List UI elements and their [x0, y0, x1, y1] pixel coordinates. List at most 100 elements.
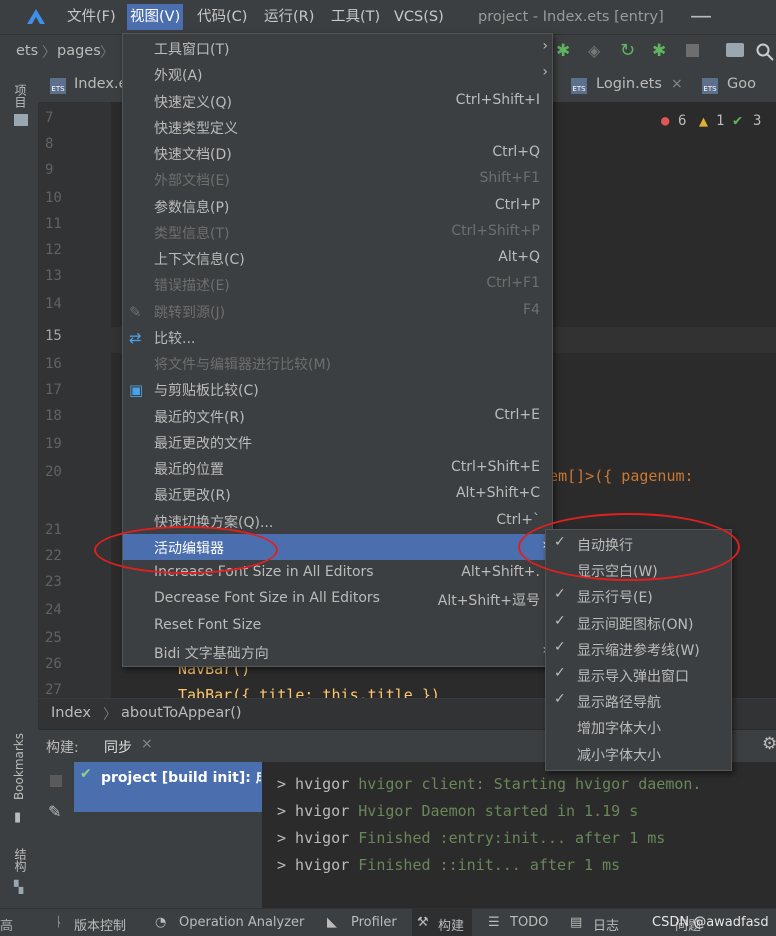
apply-changes-icon[interactable]: ✱ [652, 41, 666, 61]
project-structure-icon[interactable] [726, 43, 744, 57]
view-menu-item[interactable]: Decrease Font Size in All Editors Alt+Shi… [123, 586, 552, 612]
tree-item-label: project [build init]: 成 [101, 770, 261, 786]
menu-item-label: 跳转到源(J) [154, 304, 226, 321]
view-menu-item[interactable]: 最近更改的文件 [123, 429, 552, 455]
status-build: 构建 [438, 919, 465, 934]
check-icon: ✔ [733, 111, 743, 129]
menu-vcs[interactable]: VCS(S) [394, 6, 444, 28]
menu-file[interactable]: 文件(F) [67, 6, 116, 28]
menu-item-label: 将文件与编辑器进行比较(M) [154, 357, 332, 373]
menu-item-label: 与剪贴板比较(C) [154, 383, 259, 400]
bookmarks-tool-button[interactable]: Bookmarks [12, 733, 26, 800]
menu-item-label: Decrease Font Size in All Editors [154, 590, 380, 607]
view-menu-item[interactable]: 外观(A) › [123, 61, 552, 87]
nav-crumb-pages[interactable]: pages [57, 43, 101, 59]
console-prefix: > hvigor [277, 829, 359, 847]
ok-count: 3 [753, 113, 762, 129]
breadcrumb-index[interactable]: Index [51, 705, 91, 721]
menu-item-label: Reset Font Size [154, 616, 262, 633]
stop-icon[interactable] [686, 44, 699, 57]
structure-tool-button[interactable]: 结构 [12, 848, 29, 872]
view-menu-item[interactable]: 快速文档(D) Ctrl+Q [123, 140, 552, 166]
active-editor-menu-item[interactable]: ✓ 显示间距图标(ON) [546, 610, 731, 636]
status-todo[interactable]: TODO [510, 915, 548, 930]
line-number: 17 [45, 382, 62, 398]
menu-item-shortcut: Alt+Shift+逗号 [437, 593, 540, 610]
menu-item-label: 显示缩进参考线(W) [577, 642, 700, 659]
tab-sync[interactable]: 同步 [104, 737, 132, 757]
menu-run[interactable]: 运行(R) [264, 6, 314, 28]
ets-file-icon: ETS [702, 78, 718, 94]
minimize-icon[interactable]: — [690, 4, 712, 29]
menu-code[interactable]: 代码(C) [197, 6, 247, 28]
menu-item-shortcut: Shift+F1 [479, 170, 540, 187]
line-number: 21 [45, 522, 62, 538]
menu-item-label: Bidi 文字基础方向 [154, 645, 269, 662]
status-log[interactable]: 日志 [593, 915, 619, 934]
active-editor-menu-item[interactable]: ✓ 显示缩进参考线(W) [546, 636, 731, 662]
tab-login[interactable]: Login.ets [596, 76, 662, 92]
view-menu-item[interactable]: 快速类型定义 [123, 114, 552, 140]
rerun-icon[interactable]: ↻ [620, 40, 635, 61]
line-number: 18 [45, 408, 62, 424]
checkmark-icon: ✓ [554, 665, 566, 681]
console-prefix: > hvigor [277, 775, 359, 793]
view-menu-item[interactable]: 上下文信息(C) Alt+Q [123, 245, 552, 271]
active-editor-menu-item[interactable]: 减小字体大小 [546, 741, 731, 767]
search-icon[interactable] [756, 43, 774, 61]
view-menu-item[interactable]: ⇄ 比较... [123, 324, 552, 350]
build-console[interactable]: > hvigor hvigor client: Starting hvigor … [263, 762, 776, 908]
view-menu-item[interactable]: ▣ 与剪贴板比较(C) [123, 376, 552, 402]
menu-item-label: 增加字体大小 [577, 721, 661, 738]
console-line: > hvigor Finished :entry:init... after 1… [277, 829, 665, 847]
view-menu-item[interactable]: 工具窗口(T) › [123, 35, 552, 61]
view-menu-item[interactable]: Reset Font Size [123, 613, 552, 639]
active-editor-menu-item[interactable]: ✓ 显示路径导航 [546, 688, 731, 714]
active-editor-menu-item[interactable]: ✓ 显示行号(E) [546, 583, 731, 609]
line-number: 11 [45, 216, 62, 232]
menu-item-label: 最近的位置 [154, 462, 224, 478]
status-build-active[interactable]: ⚒ 构建 [412, 909, 472, 936]
view-menu-item[interactable]: 参数信息(P) Ctrl+P [123, 193, 552, 219]
console-line: > hvigor Hvigor Daemon started in 1.19 s [277, 802, 638, 820]
active-editor-menu-item[interactable]: 增加字体大小 [546, 714, 731, 740]
nav-crumb-ets[interactable]: ets [16, 43, 38, 59]
attach-debugger-icon[interactable]: ◈ [588, 41, 600, 60]
project-tool-button[interactable]: 项目 [12, 84, 29, 108]
tree-item-selected[interactable]: ✔ project [build init]: 成 [74, 762, 262, 812]
build-tree: ✔ project [build init]: 成 [74, 762, 263, 908]
build-label: 构建: [46, 740, 79, 756]
status-vcs[interactable]: 版本控制 [74, 915, 126, 934]
view-menu-item[interactable]: 最近更改(R) Alt+Shift+C [123, 481, 552, 507]
view-menu-item[interactable]: 最近的位置 Ctrl+Shift+E [123, 455, 552, 481]
breadcrumb-method[interactable]: aboutToAppear() [121, 705, 242, 721]
pin-icon[interactable]: ✎ [48, 802, 61, 821]
structure-icon: ▚ [14, 880, 24, 894]
checkmark-icon: ✓ [554, 691, 566, 708]
menu-view[interactable]: 视图(V) [127, 4, 184, 30]
view-menu-item[interactable]: 最近的文件(R) Ctrl+E [123, 403, 552, 429]
close-icon[interactable]: × [141, 736, 153, 752]
stop-icon[interactable] [50, 775, 62, 787]
active-editor-menu-item[interactable]: ✓ 显示导入弹出窗口 [546, 662, 731, 688]
chevron-right-icon: 〉 [42, 45, 56, 61]
menu-item-label: 比较... [154, 330, 196, 347]
view-menu-item[interactable]: Bidi 文字基础方向› [123, 639, 552, 665]
todo-icon: ☰ [488, 915, 500, 930]
tab-goods[interactable]: Goo [727, 76, 756, 92]
debug-icon[interactable]: ✱ [556, 41, 570, 61]
menu-tools[interactable]: 工具(T) [331, 6, 380, 28]
close-icon[interactable]: × [671, 76, 683, 92]
menu-item-label: 最近的文件(R) [154, 409, 245, 426]
menu-item-label: 显示间距图标(ON) [577, 616, 694, 633]
gear-icon[interactable]: ⚙ [762, 734, 776, 754]
status-profiler[interactable]: Profiler [351, 915, 397, 930]
code-line-20: Item[]>({ pagenum: [531, 467, 694, 485]
profiler-icon: ◣ [327, 915, 337, 930]
view-menu-item[interactable]: 快速定义(Q) Ctrl+Shift+I [123, 88, 552, 114]
warning-count: 1 [716, 113, 725, 129]
menu-item-label: 显示导入弹出窗口 [577, 669, 689, 685]
checkmark-icon: ✓ [554, 612, 566, 629]
window-title: project - Index.ets [entry] [478, 9, 664, 25]
status-analyzer[interactable]: Operation Analyzer [179, 915, 304, 930]
